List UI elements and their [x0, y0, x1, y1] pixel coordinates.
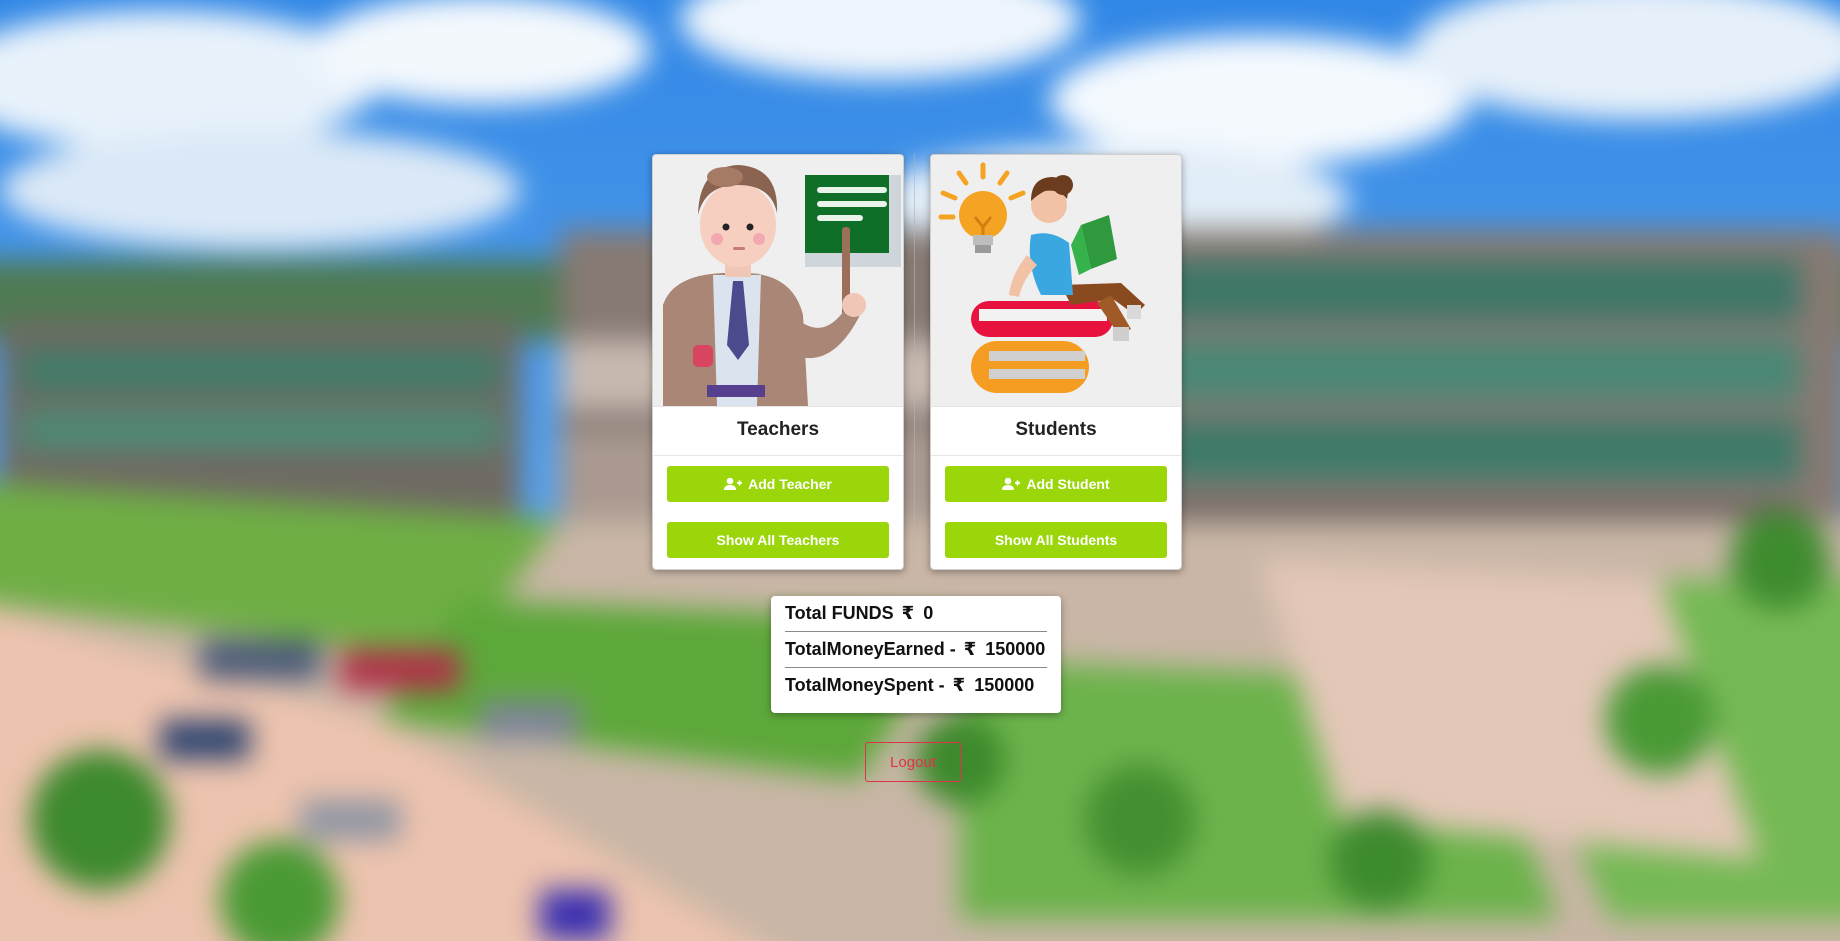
money-spent-row: TotalMoneySpent - ₹ 150000 [785, 668, 1047, 703]
add-student-label: Add Student [1026, 476, 1110, 492]
total-funds-row: Total FUNDS ₹ 0 [785, 596, 1047, 632]
money-spent-value: 150000 [974, 675, 1035, 695]
user-plus-icon [1002, 477, 1021, 491]
add-teacher-button[interactable]: Add Teacher [667, 466, 889, 502]
teachers-card-title: Teachers [653, 407, 903, 456]
money-earned-label: TotalMoneyEarned - [785, 639, 956, 659]
teachers-card: Teachers Add Teacher Show All Teachers [652, 154, 904, 570]
students-card-title: Students [931, 407, 1181, 456]
user-plus-icon [724, 477, 743, 491]
student-reading-illustration [931, 155, 1181, 407]
add-teacher-label: Add Teacher [748, 476, 832, 492]
total-funds-value: 0 [923, 603, 934, 623]
total-funds-label: Total FUNDS [785, 603, 894, 623]
students-card: Students Add Student Show All Students [930, 154, 1182, 570]
rupee-icon: ₹ [952, 675, 966, 695]
show-all-students-button[interactable]: Show All Students [945, 522, 1167, 558]
funds-summary-panel: Total FUNDS ₹ 0 TotalMoneyEarned - ₹ 150… [771, 596, 1061, 713]
show-all-teachers-button[interactable]: Show All Teachers [667, 522, 889, 558]
money-spent-label: TotalMoneySpent - [785, 675, 945, 695]
teacher-illustration [653, 155, 903, 407]
rupee-icon: ₹ [963, 639, 977, 659]
rupee-icon: ₹ [901, 603, 915, 623]
logout-button[interactable]: Logout [865, 742, 961, 782]
add-student-button[interactable]: Add Student [945, 466, 1167, 502]
vertical-divider [914, 154, 915, 568]
money-earned-value: 150000 [985, 639, 1046, 659]
money-earned-row: TotalMoneyEarned - ₹ 150000 [785, 632, 1047, 668]
